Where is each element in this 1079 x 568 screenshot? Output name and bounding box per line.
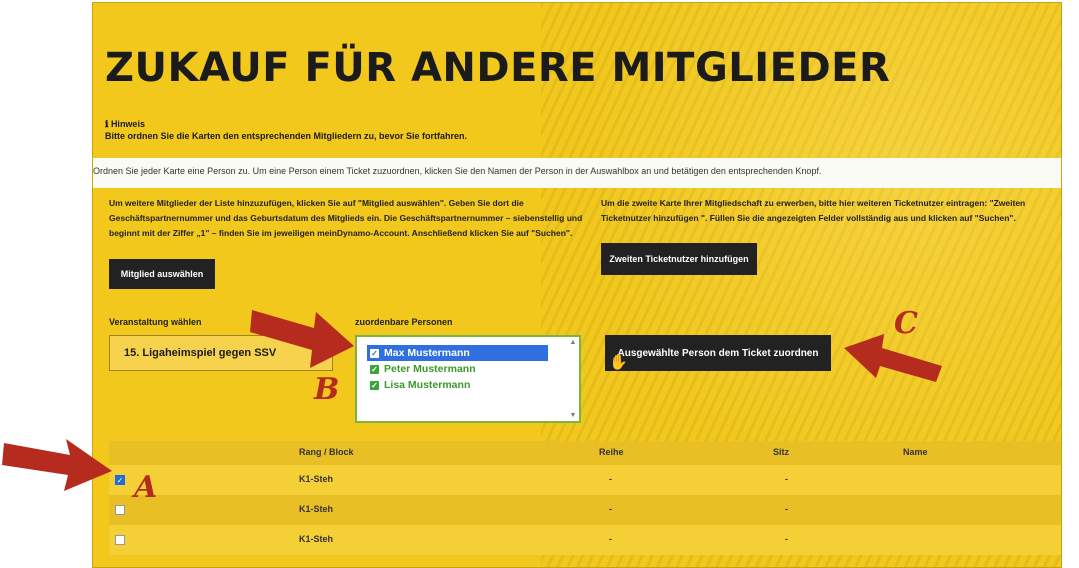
person-name: Max Mustermann (384, 347, 470, 359)
annotation-c: C (894, 306, 918, 341)
right-column-text: Um die zweite Karte Ihrer Mitgliedschaft… (601, 196, 1025, 226)
header-seat: Sitz (773, 447, 790, 457)
checkbox-icon: ✓ (370, 380, 379, 390)
right-text-line: Ticketnutzer hinzufügen ". Füllen Sie di… (601, 213, 1016, 223)
assign-person-button[interactable]: Ausgewählte Person dem Ticket zuordnen (605, 335, 831, 371)
row-checkbox[interactable] (115, 535, 125, 545)
table-row[interactable]: K1-Steh - - (109, 495, 1061, 525)
cell-row: - (609, 474, 612, 484)
person-option[interactable]: ✓ Peter Mustermann (367, 361, 579, 377)
left-text-line: Um weitere Mitglieder der Liste hinzuzuf… (109, 198, 524, 208)
cell-seat: - (785, 504, 788, 514)
checkbox-icon: ✓ (370, 348, 379, 358)
cell-block: K1-Steh (299, 504, 334, 514)
person-name: Lisa Mustermann (384, 379, 471, 391)
cell-block: K1-Steh (299, 534, 334, 544)
cell-seat: - (785, 534, 788, 544)
annotation-b: B (314, 372, 340, 407)
arrow-a-icon (2, 439, 112, 491)
page-frame: ZUKAUF FÜR ANDERE MITGLIEDER ℹ Hinweis B… (92, 2, 1062, 568)
left-text-line: Geschäftspartnernummer und das Geburtsda… (109, 213, 583, 223)
person-option[interactable]: ✓ Max Mustermann (367, 345, 548, 361)
cell-row: - (609, 534, 612, 544)
listbox-scrollbar[interactable]: ▲ ▼ (569, 339, 577, 419)
cell-block: K1-Steh (299, 474, 334, 484)
cursor-hand-icon: ✋ (609, 354, 628, 371)
person-option[interactable]: ✓ Lisa Mustermann (367, 377, 579, 393)
annotation-a: A (134, 470, 158, 505)
left-text-line: beginnt mit der Ziffer „1" – finden Sie … (109, 228, 573, 238)
info-icon: ℹ (105, 119, 109, 129)
page-title: ZUKAUF FÜR ANDERE MITGLIEDER (105, 45, 891, 91)
row-checkbox[interactable] (115, 505, 125, 515)
select-member-button[interactable]: Mitglied auswählen (109, 259, 215, 289)
persons-listbox[interactable]: ✓ Max Mustermann ✓ Peter Mustermann ✓ Li… (355, 335, 581, 423)
right-text-line: Um die zweite Karte Ihrer Mitgliedschaft… (601, 198, 1026, 208)
header-name: Name (903, 447, 928, 457)
cell-seat: - (785, 474, 788, 484)
hint-text: Bitte ordnen Sie die Karten den entsprec… (105, 131, 468, 141)
left-column-text: Um weitere Mitglieder der Liste hinzuzuf… (109, 196, 582, 241)
info-bar: Ordnen Sie jeder Karte eine Person zu. U… (93, 158, 1061, 188)
persons-label: zuordenbare Personen (355, 317, 453, 327)
checkbox-icon: ✓ (370, 364, 379, 374)
scroll-up-icon[interactable]: ▲ (569, 339, 577, 346)
add-second-ticket-user-button[interactable]: Zweiten Ticketnutzer hinzufügen (601, 243, 757, 275)
arrow-b-icon (250, 310, 354, 368)
table-row[interactable]: K1-Steh - - (109, 525, 1061, 555)
cell-row: - (609, 504, 612, 514)
hint-heading: ℹ Hinweis (105, 119, 145, 130)
hint-label: Hinweis (110, 119, 145, 129)
header-block: Rang / Block (299, 447, 354, 457)
table-row[interactable]: ✓ K1-Steh - - (109, 465, 1061, 495)
person-name: Peter Mustermann (384, 363, 476, 375)
header-row: Reihe (599, 447, 624, 457)
event-label: Veranstaltung wählen (109, 317, 202, 327)
scroll-down-icon[interactable]: ▼ (569, 412, 577, 419)
